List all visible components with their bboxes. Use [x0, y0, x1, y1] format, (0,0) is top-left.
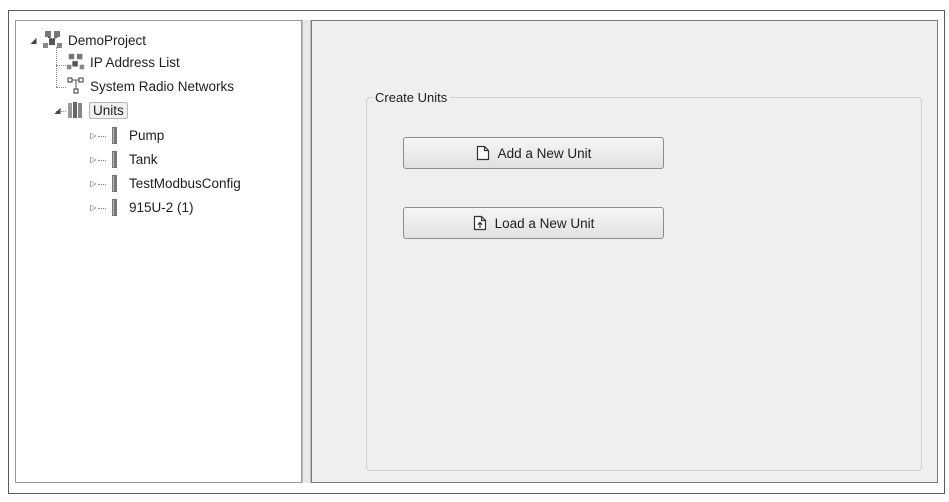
project-tree: ◢ DemoProject IP Address List System Rad…: [16, 21, 301, 482]
tree-node-label: Tank: [129, 151, 158, 167]
units-icon: [68, 102, 82, 118]
add-new-unit-label: Add a New Unit: [497, 145, 592, 161]
collapse-arrow-icon[interactable]: ◢: [29, 36, 38, 45]
tree-connector: [98, 208, 106, 210]
tree-node-label: 915U-2 (1): [129, 199, 194, 215]
tree-node-915u-2[interactable]: 915U-2 (1): [108, 198, 194, 216]
pane-splitter[interactable]: [302, 20, 311, 483]
project-tree-pane[interactable]: ◢ DemoProject IP Address List System Rad…: [15, 20, 302, 483]
tree-node-demoproject[interactable]: DemoProject: [42, 31, 146, 49]
add-new-unit-button[interactable]: Add a New Unit: [403, 137, 664, 169]
tree-node-label: DemoProject: [68, 32, 147, 48]
tree-node-testmodbusconfig[interactable]: TestModbusConfig: [108, 174, 241, 192]
expand-arrow-icon[interactable]: ▷: [89, 203, 98, 212]
tree-node-tank[interactable]: Tank: [108, 150, 158, 168]
tree-connector: [98, 160, 106, 162]
load-new-unit-button[interactable]: Load a New Unit: [403, 207, 664, 239]
tree-node-units[interactable]: Units: [66, 101, 128, 119]
tree-connector: [98, 136, 106, 138]
tree-connector: [98, 184, 106, 186]
load-new-unit-label: Load a New Unit: [494, 215, 595, 231]
tree-node-label: System Radio Networks: [90, 78, 235, 94]
unit-icon: [112, 127, 117, 144]
tree-node-label: TestModbusConfig: [129, 175, 241, 191]
tree-node-label: Pump: [129, 127, 165, 143]
expand-arrow-icon[interactable]: ▷: [89, 131, 98, 140]
expand-arrow-icon[interactable]: ▷: [89, 155, 98, 164]
tree-connector: [56, 87, 66, 89]
tree-node-system-radio-networks[interactable]: System Radio Networks: [66, 77, 234, 95]
tree-node-ip-address-list[interactable]: IP Address List: [66, 53, 180, 71]
network-project-icon: [66, 53, 85, 70]
collapse-arrow-icon[interactable]: ◢: [53, 106, 62, 115]
groupbox-title: Create Units: [372, 90, 451, 105]
new-file-icon: [476, 145, 489, 161]
radio-network-icon: [67, 77, 84, 94]
network-project-icon: [43, 31, 62, 48]
tree-connector: [56, 65, 66, 67]
unit-icon: [112, 151, 117, 168]
tree-node-pump[interactable]: Pump: [108, 126, 164, 144]
tree-node-label: Units: [89, 101, 128, 119]
unit-icon: [112, 175, 117, 192]
tree-connector: [56, 47, 58, 87]
unit-icon: [112, 199, 117, 216]
expand-arrow-icon[interactable]: ▷: [89, 179, 98, 188]
tree-node-label: IP Address List: [90, 54, 180, 70]
load-file-icon: [473, 215, 486, 231]
